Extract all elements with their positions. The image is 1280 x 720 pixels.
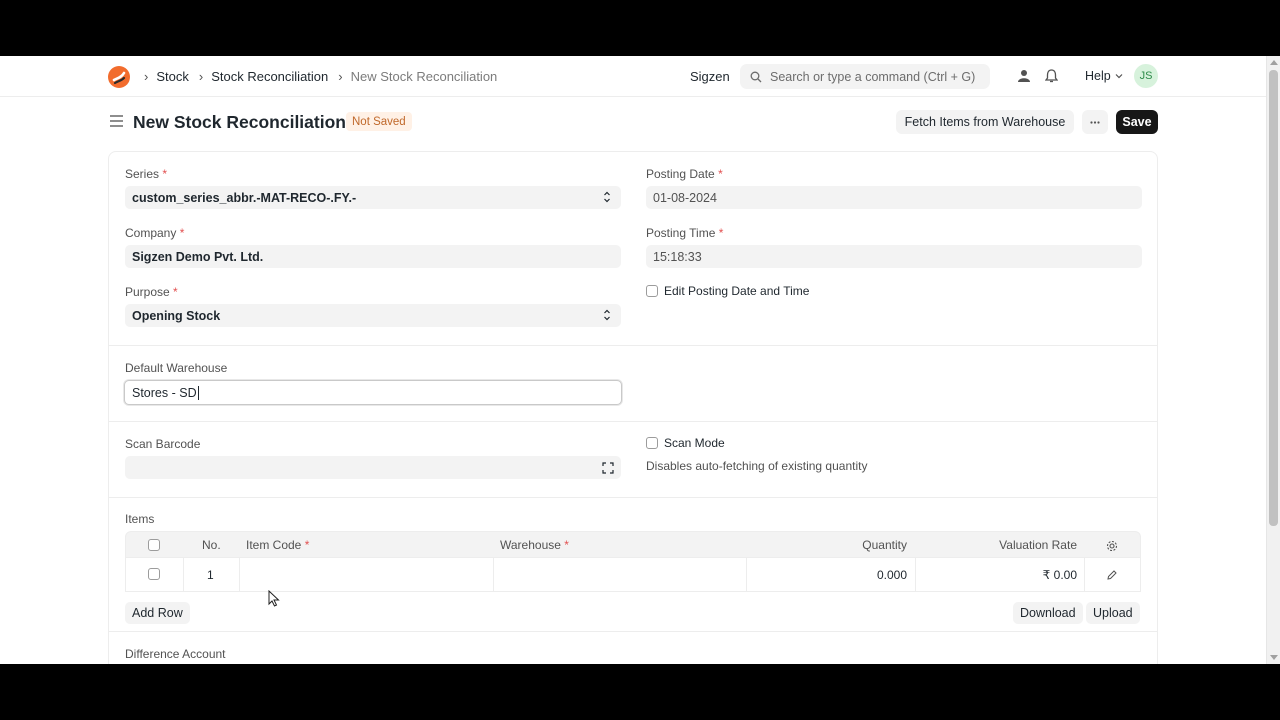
purpose-label: Purpose * [125,285,178,299]
company-field[interactable]: Sigzen Demo Pvt. Ltd. [125,245,621,268]
save-button[interactable]: Save [1116,110,1158,134]
section-divider [109,421,1157,422]
column-divider [239,558,240,591]
series-select[interactable]: custom_series_abbr.-MAT-RECO-.FY.- [125,186,621,209]
more-icon [1090,120,1100,124]
upload-button[interactable]: Upload [1086,602,1140,624]
default-warehouse-field[interactable]: Stores - SD [124,380,622,405]
posting-date-field[interactable]: 01-08-2024 [646,186,1142,209]
row-quantity[interactable]: 0.000 [877,558,907,591]
posting-date-value: 01-08-2024 [653,190,717,205]
help-label: Help [1085,69,1111,83]
scan-barcode-field[interactable] [125,456,621,479]
download-button[interactable]: Download [1013,602,1083,624]
gear-icon[interactable] [1106,540,1118,552]
select-arrows-icon [604,309,610,321]
breadcrumb: › Stock › Stock Reconciliation › New Sto… [144,69,507,84]
table-row[interactable]: 1 0.000 ₹ 0.00 [125,558,1141,592]
scan-icon[interactable] [602,462,614,474]
col-valuation-rate: Valuation Rate [999,537,1077,552]
purpose-select[interactable]: Opening Stock [125,304,621,327]
col-no: No. [202,537,221,552]
row-no: 1 [207,567,214,582]
series-label: Series * [125,167,168,181]
default-warehouse-value: Stores - SD [132,385,197,400]
scroll-thumb[interactable] [1269,70,1278,526]
avatar[interactable]: JS [1134,64,1158,88]
posting-time-label: Posting Time * [646,226,724,240]
top-navbar: › Stock › Stock Reconciliation › New Sto… [0,56,1266,97]
chevron-right-icon: › [198,69,204,84]
column-divider [183,558,184,591]
bell-icon[interactable] [1045,69,1058,83]
sidebar-toggle-icon[interactable] [110,115,123,127]
page-title: New Stock Reconciliation [133,112,346,132]
form-card: Series * custom_series_abbr.-MAT-RECO-.F… [108,151,1158,664]
default-warehouse-label: Default Warehouse [125,361,228,375]
chevron-right-icon: › [144,69,149,84]
row-warehouse[interactable] [500,558,745,591]
breadcrumb-stock-reconciliation[interactable]: Stock Reconciliation [211,69,328,84]
row-item-code[interactable] [246,558,492,591]
add-row-button[interactable]: Add Row [125,602,190,624]
items-table-header: No. Item Code * Warehouse * Quantity Val… [125,531,1141,558]
more-actions-button[interactable] [1082,110,1108,134]
section-divider [109,497,1157,498]
scan-mode-hint: Disables auto-fetching of existing quant… [646,459,868,473]
edit-row-icon[interactable] [1107,570,1117,580]
section-divider [109,345,1157,346]
app-logo-icon[interactable] [108,66,130,88]
column-divider [1084,558,1085,591]
row-valuation-rate[interactable]: ₹ 0.00 [1043,558,1077,591]
column-divider [915,558,916,591]
text-caret [197,385,199,400]
company-brand[interactable]: Sigzen [690,69,730,84]
scan-barcode-label: Scan Barcode [125,437,201,451]
mouse-cursor-icon [268,590,280,607]
col-quantity: Quantity [862,537,907,552]
purpose-value: Opening Stock [132,308,221,323]
scroll-up-icon[interactable] [1270,60,1278,65]
column-divider [493,558,494,591]
scroll-down-icon[interactable] [1270,655,1278,660]
column-divider [746,558,747,591]
edit-posting-checkbox[interactable] [646,285,658,297]
help-dropdown[interactable]: Help [1085,69,1123,83]
search-icon [750,71,762,82]
difference-account-label: Difference Account [125,647,226,661]
scan-mode-checkbox[interactable] [646,437,658,449]
chevron-right-icon: › [338,69,343,84]
search-input[interactable]: Search or type a command (Ctrl + G) [740,64,990,89]
items-label: Items [125,512,155,526]
series-value: custom_series_abbr.-MAT-RECO-.FY.- [132,190,357,205]
breadcrumb-stock[interactable]: Stock [156,69,189,84]
fetch-items-button[interactable]: Fetch Items from Warehouse [896,110,1074,134]
chevron-down-icon [1115,74,1123,79]
select-arrows-icon [604,191,610,203]
col-warehouse: Warehouse * [500,537,569,552]
posting-time-value: 15:18:33 [653,249,702,264]
page-scrollbar[interactable] [1266,56,1280,664]
app-viewport: › Stock › Stock Reconciliation › New Sto… [0,56,1280,664]
status-badge: Not Saved [346,112,412,131]
breadcrumb-current: New Stock Reconciliation [350,69,498,84]
select-all-checkbox[interactable] [148,539,160,551]
user-icon[interactable] [1018,69,1030,83]
row-checkbox[interactable] [148,568,160,580]
edit-posting-label[interactable]: Edit Posting Date and Time [664,284,809,298]
company-label: Company * [125,226,185,240]
col-item-code: Item Code * [246,537,310,552]
company-value: Sigzen Demo Pvt. Ltd. [132,249,264,264]
scan-mode-label[interactable]: Scan Mode [664,436,725,450]
section-divider [109,631,1157,632]
search-placeholder: Search or type a command (Ctrl + G) [770,69,976,84]
posting-date-label: Posting Date * [646,167,723,181]
posting-time-field[interactable]: 15:18:33 [646,245,1142,268]
